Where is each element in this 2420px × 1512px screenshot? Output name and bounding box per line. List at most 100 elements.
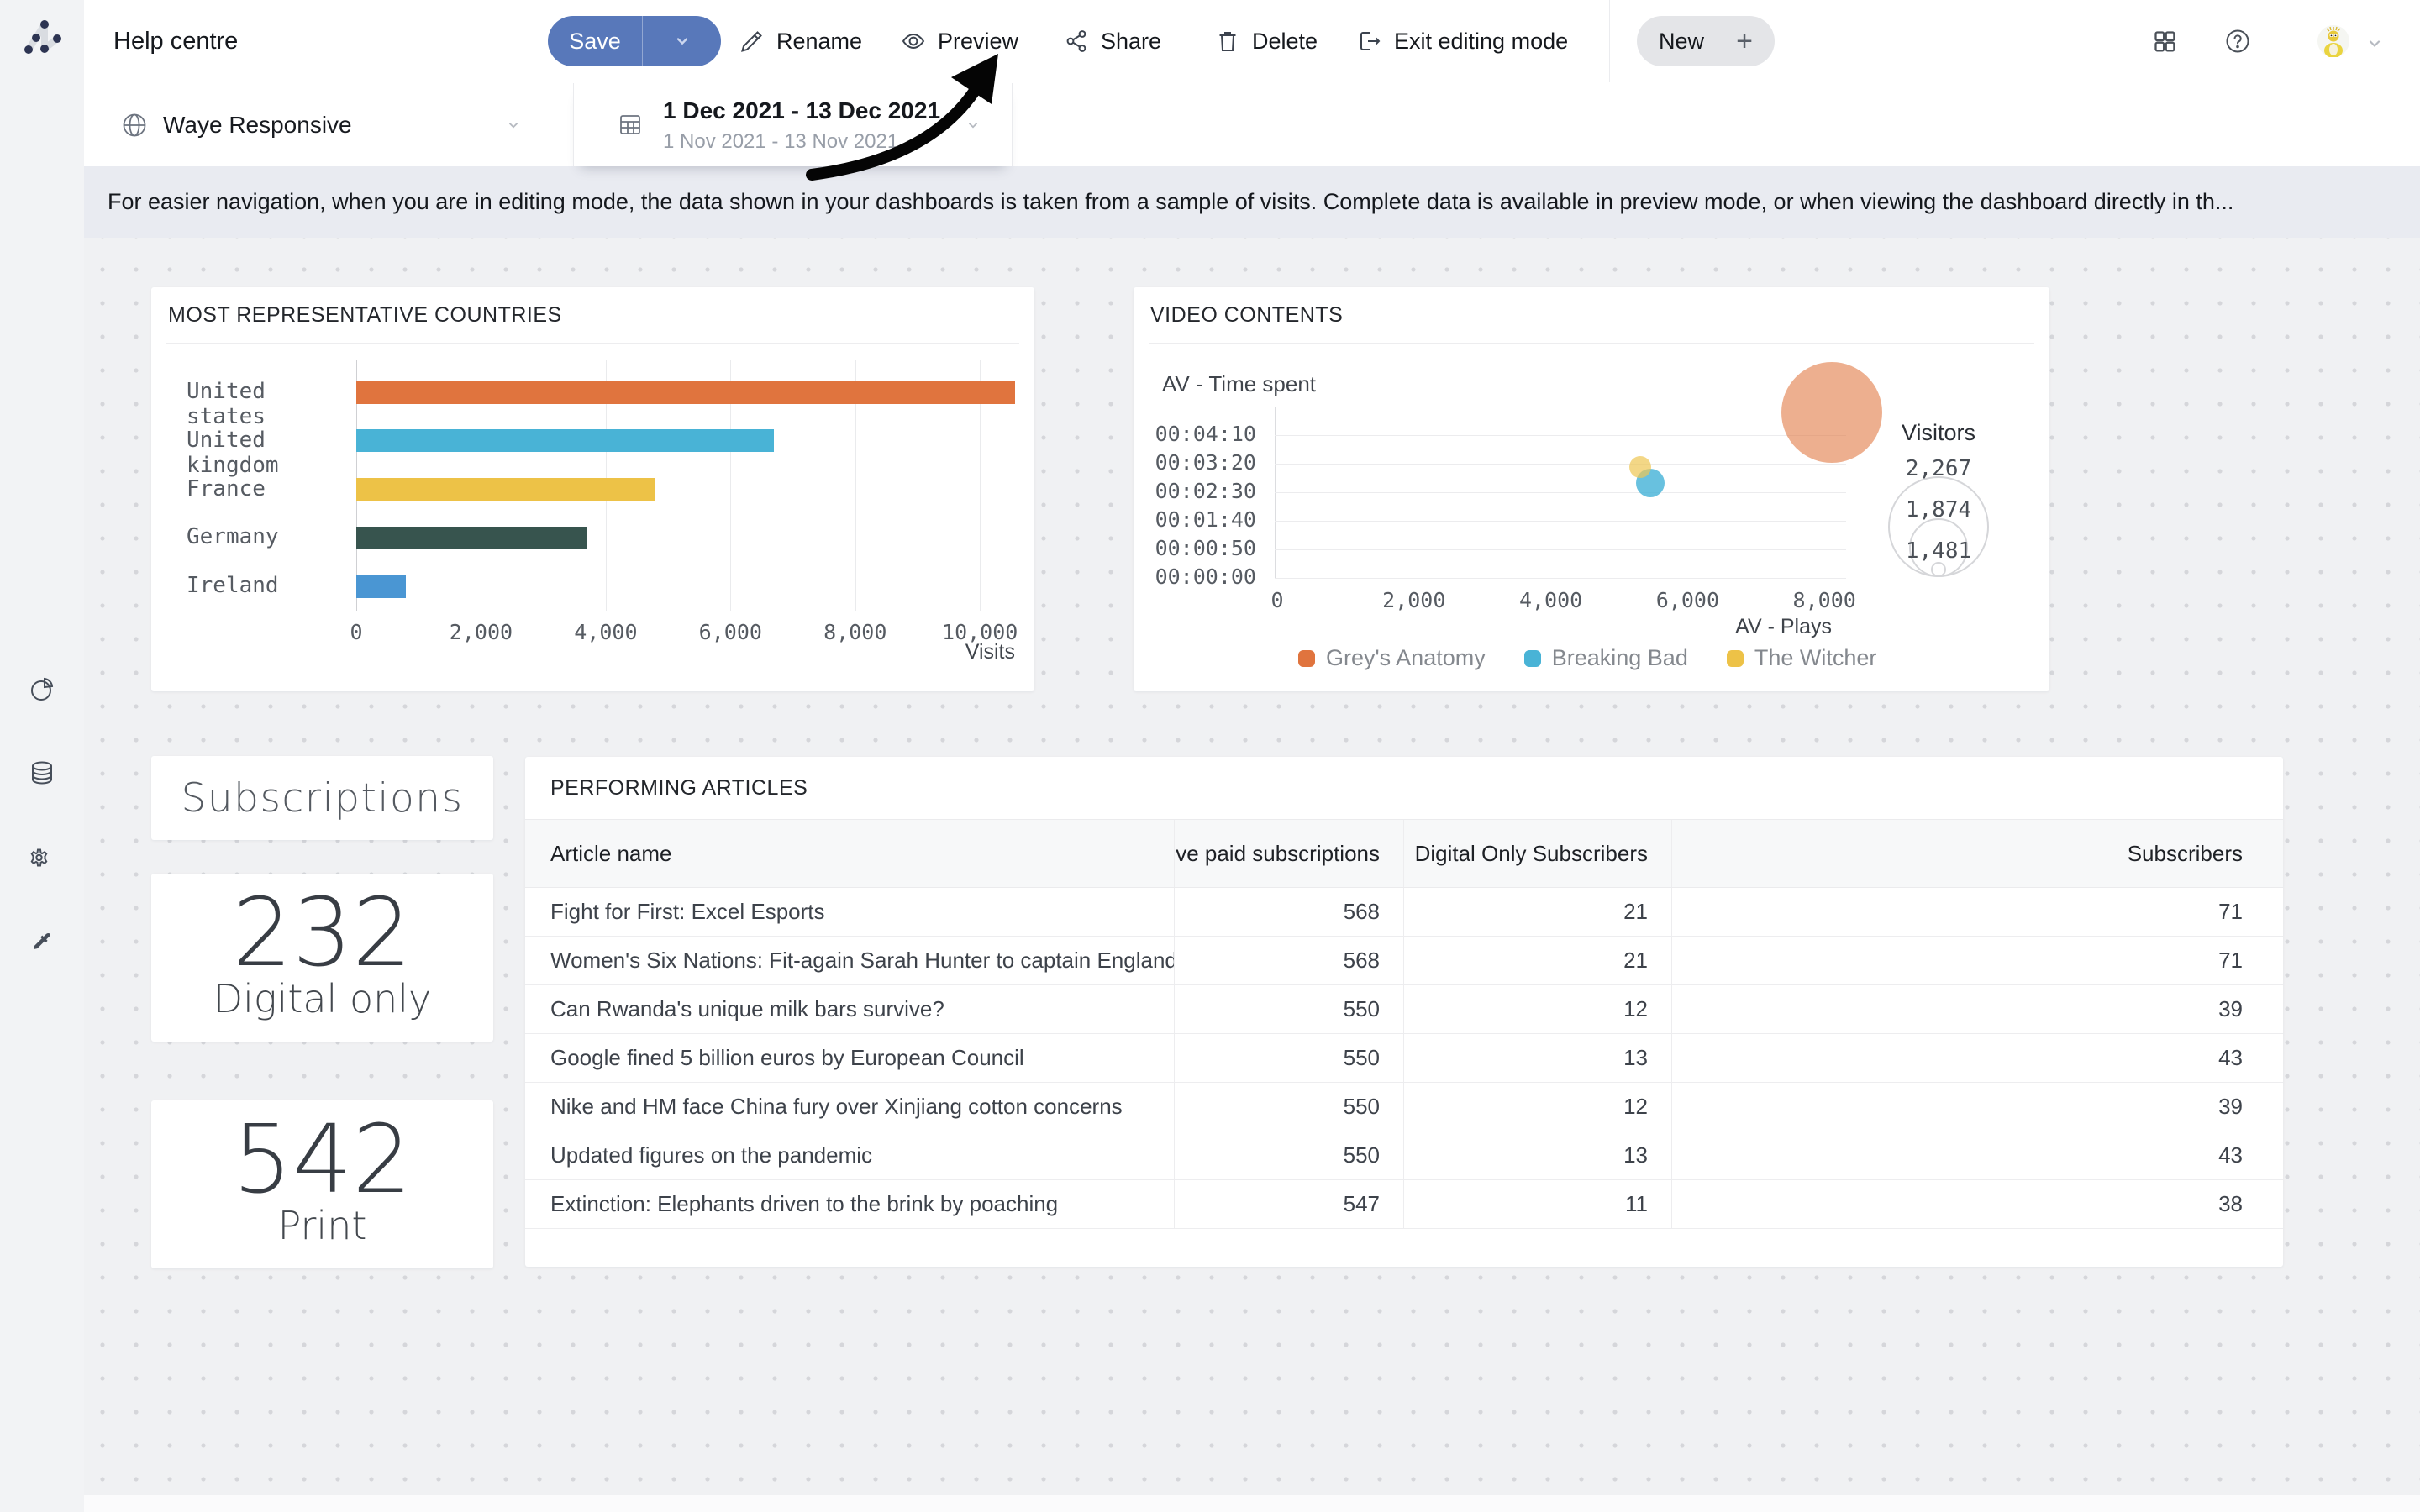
size-legend-value: 2,267 (1871, 456, 2006, 481)
active-paid-cell: 550 (1174, 985, 1403, 1033)
globe-icon (122, 113, 147, 138)
countries-xaxis-name: Visits (965, 640, 1015, 664)
article-name-cell: Women's Six Nations: Fit-again Sarah Hun… (525, 937, 1174, 984)
dashboard-editor: Help centre Save Rename Preview Share De… (0, 0, 2420, 1512)
column-header-digital-only[interactable]: Digital Only Subscribers (1403, 820, 1671, 887)
site-selector-label: Waye Responsive (163, 83, 352, 166)
data-sources-icon[interactable] (29, 759, 55, 786)
articles-table: Article name Active paid subscriptions D… (525, 819, 2283, 1229)
gridline (1275, 464, 1846, 465)
y-tick-label: 00:03:20 (1150, 450, 1256, 475)
save-button-label[interactable]: Save (548, 16, 642, 66)
settings-gear-icon[interactable] (29, 845, 55, 872)
active-paid-cell: 550 (1174, 1083, 1403, 1131)
x-tick-label: 2,000 (1372, 588, 1456, 612)
video-xaxis: 02,0004,0006,0008,000 (1275, 588, 1846, 613)
article-name-cell: Fight for First: Excel Esports (525, 888, 1174, 936)
column-header-subscribers[interactable]: Subscribers (1671, 820, 2283, 887)
legend-item: Grey's Anatomy (1298, 645, 1486, 671)
table-row: Nike and HM face China fury over Xinjian… (525, 1083, 2283, 1131)
subscribers-cell: 71 (1671, 937, 2283, 984)
eye-icon (901, 29, 926, 54)
table-row: Can Rwanda's unique milk bars survive? 5… (525, 985, 2283, 1034)
x-tick-label: 0 (1235, 588, 1319, 612)
eyedropper-icon[interactable] (29, 929, 55, 956)
column-header-article-name[interactable]: Article name (525, 820, 1174, 887)
gridline (1275, 578, 1846, 579)
top-toolbar: Help centre Save Rename Preview Share De… (84, 0, 2420, 84)
video-series-legend: Grey's AnatomyBreaking BadThe Witcher (1298, 645, 1876, 671)
article-name-cell: Google fined 5 billion euros by European… (525, 1034, 1174, 1082)
video-xaxis-name: AV - Plays (1735, 615, 1832, 639)
print-kpi-card[interactable]: 542 Print (151, 1100, 493, 1268)
category-label: Germany (187, 524, 279, 549)
x-tick-label: 6,000 (1645, 588, 1729, 612)
date-caret-icon (965, 118, 981, 133)
table-header-row: Article name Active paid subscriptions D… (525, 819, 2283, 888)
app-logo[interactable] (22, 17, 62, 57)
x-tick-label: 4,000 (564, 620, 648, 644)
sampling-notice-banner: For easier navigation, when you are in e… (84, 166, 2420, 238)
new-dashboard-button[interactable]: New + (1637, 16, 1775, 66)
bar-germany (356, 527, 587, 549)
help-icon[interactable] (2225, 29, 2250, 54)
category-label: United kingdom (187, 428, 350, 478)
active-paid-cell: 547 (1174, 1180, 1403, 1228)
preview-label: Preview (938, 29, 1018, 55)
countries-xaxis: 02,0004,0006,0008,00010,000 (356, 620, 1020, 648)
article-name-cell: Updated figures on the pandemic (525, 1131, 1174, 1179)
subscriptions-title-card[interactable]: Subscriptions (151, 756, 493, 840)
x-tick-label: 0 (314, 620, 398, 644)
date-range-picker[interactable]: 1 Dec 2021 - 13 Dec 2021 1 Nov 2021 - 13… (573, 83, 1013, 166)
plus-icon: + (1736, 27, 1753, 55)
legend-swatch (1727, 650, 1744, 667)
preview-button[interactable]: Preview (901, 0, 1018, 82)
y-tick-label: 00:02:30 (1150, 479, 1256, 503)
bar-united-states (356, 381, 1015, 404)
gridline (1275, 549, 1846, 550)
legend-label: Grey's Anatomy (1326, 645, 1486, 671)
apps-grid-icon[interactable] (2153, 29, 2176, 53)
column-header-active-paid[interactable]: Active paid subscriptions (1174, 820, 1403, 887)
performing-articles-card[interactable]: PERFORMING ARTICLES Article name Active … (525, 757, 2283, 1267)
share-label: Share (1101, 29, 1161, 55)
delete-button[interactable]: Delete (1215, 0, 1318, 82)
site-selector[interactable]: Waye Responsive (84, 83, 573, 166)
kpi-value: 232 (233, 894, 413, 974)
user-avatar[interactable] (2317, 25, 2349, 57)
digital-only-cell: 12 (1403, 985, 1671, 1033)
digital-only-kpi-card[interactable]: 232 Digital only (151, 874, 493, 1042)
active-paid-cell: 568 (1174, 937, 1403, 984)
digital-only-cell: 21 (1403, 937, 1671, 984)
x-tick-label: 2,000 (439, 620, 523, 644)
countries-plot (356, 360, 1020, 611)
category-label: France (187, 476, 266, 501)
legend-item: The Witcher (1727, 645, 1877, 671)
subscribers-cell: 38 (1671, 1180, 2283, 1228)
kpi-label: Digital only (213, 976, 432, 1021)
bubble-grey-s-anatomy (1781, 362, 1882, 463)
charts-icon[interactable] (29, 675, 55, 702)
exit-editing-button[interactable]: Exit editing mode (1357, 0, 1568, 82)
bubble-the-witcher (1629, 456, 1651, 478)
bottom-scroll-track[interactable] (84, 1495, 2420, 1512)
rename-button[interactable]: Rename (739, 0, 862, 82)
card-divider (166, 343, 1019, 344)
countries-category-labels: United statesUnited kingdomFranceGermany… (187, 360, 350, 611)
table-row: Updated figures on the pandemic 550 13 4… (525, 1131, 2283, 1180)
video-contents-chart-card[interactable]: VIDEO CONTENTS AV - Time spent 00:04:100… (1134, 287, 2049, 691)
save-button[interactable]: Save (548, 16, 721, 66)
size-legend-value: 1,481 (1871, 538, 2006, 564)
share-button[interactable]: Share (1064, 0, 1161, 82)
active-paid-cell: 550 (1174, 1034, 1403, 1082)
y-tick-label: 00:01:40 (1150, 507, 1256, 532)
pencil-icon (739, 29, 765, 54)
digital-only-cell: 12 (1403, 1083, 1671, 1131)
article-name-cell: Nike and HM face China fury over Xinjian… (525, 1083, 1174, 1131)
account-menu-caret-icon[interactable] (2366, 35, 2383, 52)
calendar-icon (618, 112, 643, 137)
save-dropdown-caret[interactable] (643, 16, 721, 66)
gridline (1275, 521, 1846, 522)
countries-chart-card[interactable]: MOST REPRESENTATIVE COUNTRIES United sta… (151, 287, 1034, 691)
subscribers-cell: 43 (1671, 1131, 2283, 1179)
